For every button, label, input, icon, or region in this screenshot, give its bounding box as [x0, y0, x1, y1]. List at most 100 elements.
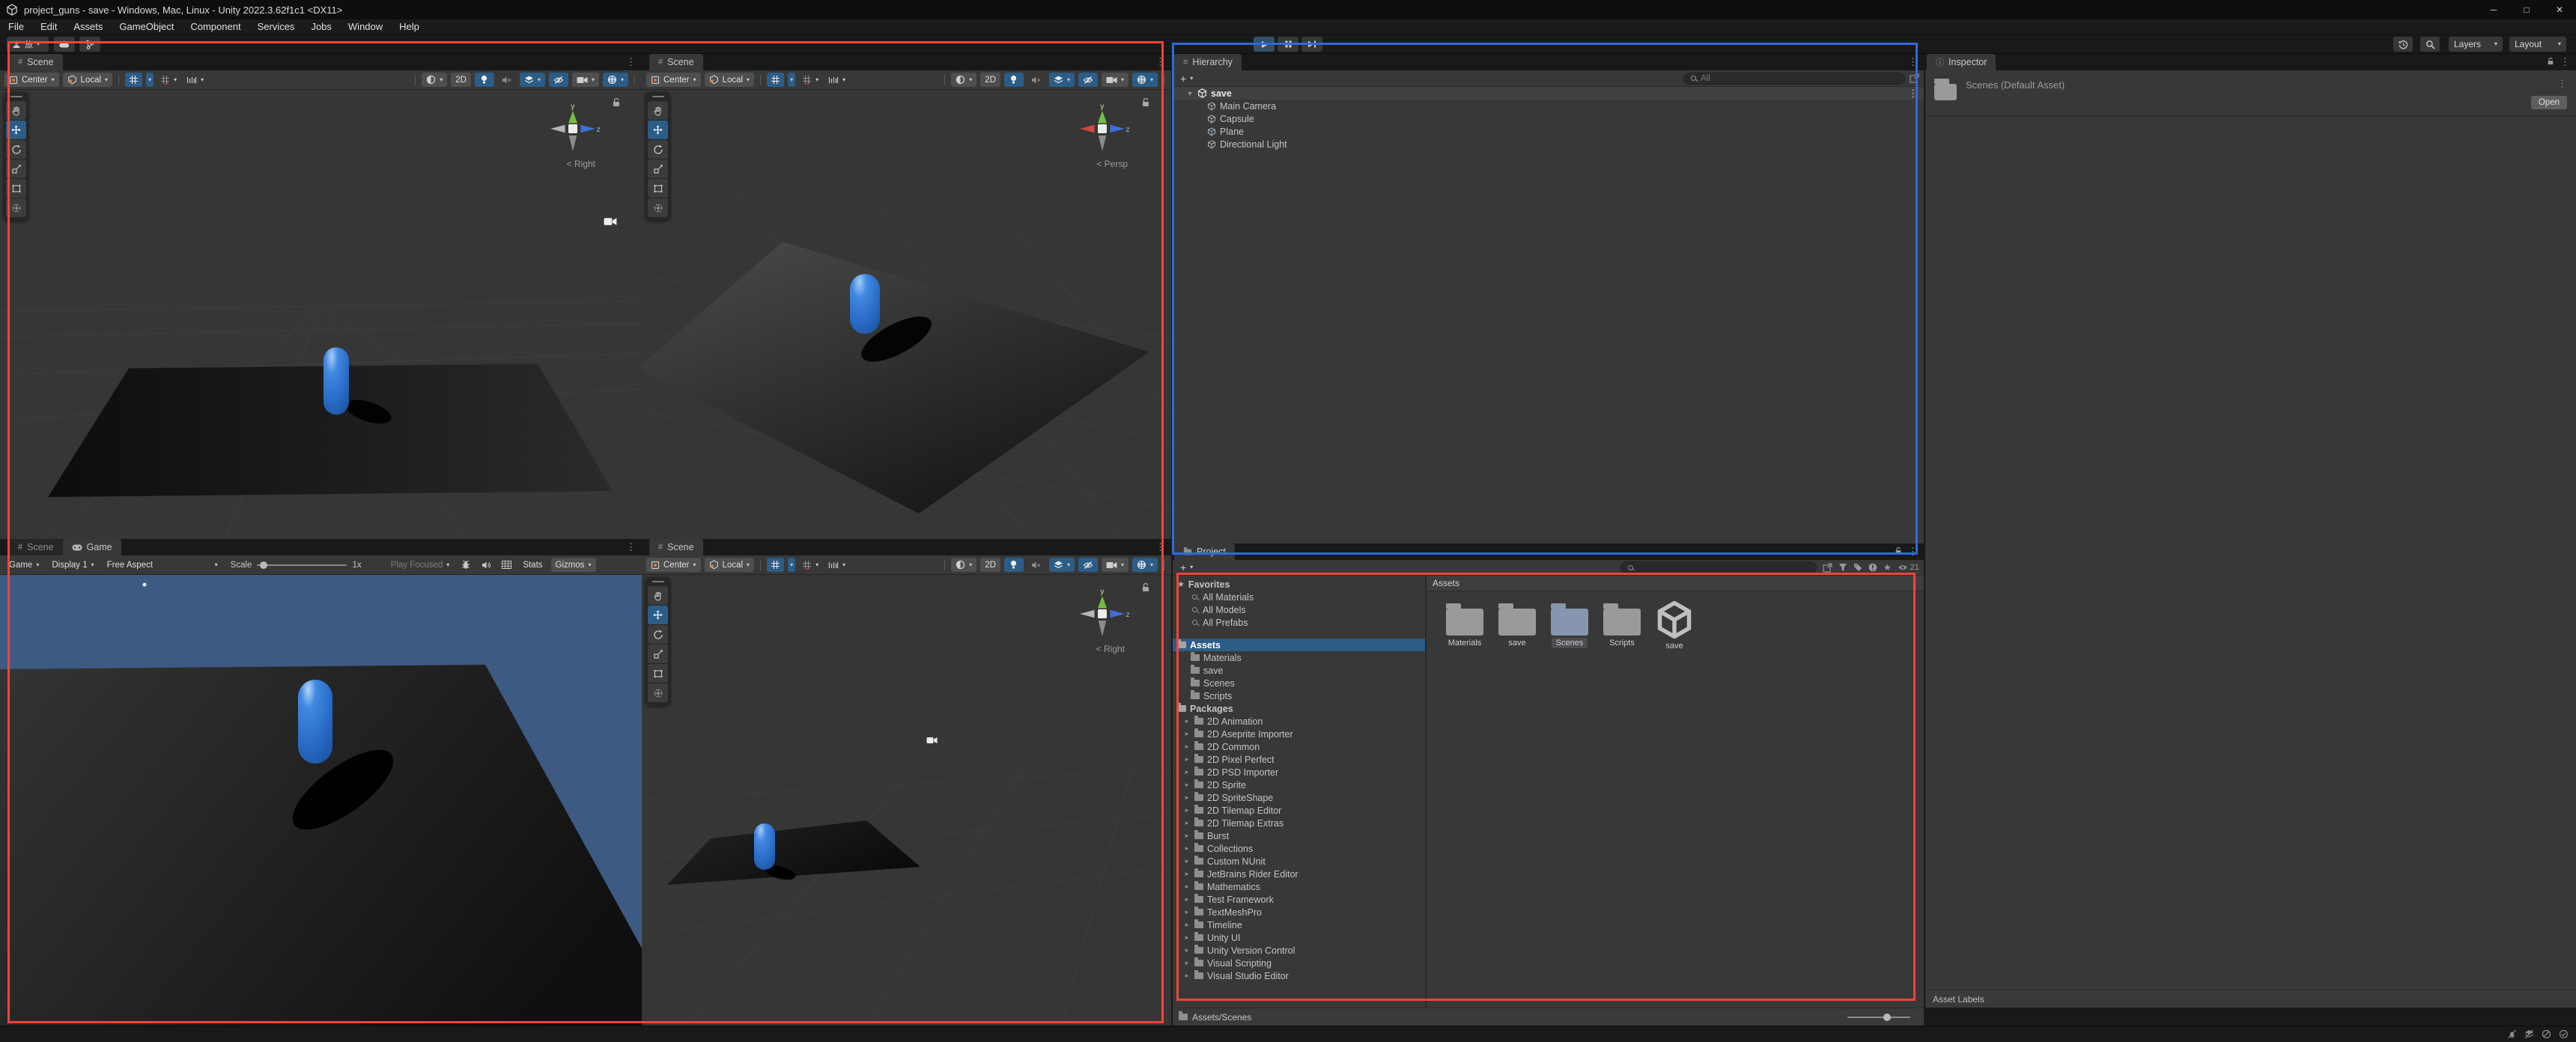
- transform-tool[interactable]: [6, 198, 26, 217]
- scale-slider-knob[interactable]: [260, 561, 267, 569]
- menu-component[interactable]: Component: [182, 19, 249, 34]
- lock-icon[interactable]: [1141, 97, 1150, 108]
- cache-disabled-icon[interactable]: [2542, 1029, 2551, 1039]
- tab-scene-top-right[interactable]: #Scene: [649, 54, 703, 70]
- palette-drag-handle[interactable]: [652, 96, 664, 97]
- scene-viewport-top-right[interactable]: y z < Persp: [642, 90, 1171, 539]
- minimize-button[interactable]: ─: [2477, 0, 2510, 19]
- grid-snap-caret[interactable]: ▾: [146, 73, 154, 87]
- tree-package[interactable]: ▸Unity UI: [1173, 931, 1425, 944]
- tree-package[interactable]: ▸2D PSD Importer: [1173, 766, 1425, 779]
- tree-all-materials[interactable]: All Materials: [1173, 591, 1425, 603]
- palette-drag-handle[interactable]: [652, 581, 664, 582]
- increment-snap-toggle[interactable]: ▾: [799, 558, 821, 572]
- effects-dropdown[interactable]: ▾: [1049, 73, 1075, 87]
- play-button[interactable]: [1254, 37, 1275, 52]
- notifications-muted-icon[interactable]: [2507, 1029, 2517, 1039]
- tree-package[interactable]: ▸2D Aseprite Importer: [1173, 728, 1425, 740]
- rotate-tool[interactable]: [648, 140, 668, 159]
- move-tool[interactable]: [648, 606, 668, 624]
- panel-menu-icon[interactable]: ⋮: [1902, 56, 1924, 68]
- open-search-window-icon[interactable]: [1910, 73, 1919, 83]
- grid-snap-toggle[interactable]: [767, 558, 784, 572]
- menu-jobs[interactable]: Jobs: [303, 19, 339, 34]
- tree-package[interactable]: ▸Unity Version Control: [1173, 944, 1425, 957]
- tree-packages-root[interactable]: Packages: [1173, 702, 1425, 715]
- grid-snap-toggle[interactable]: [767, 73, 784, 87]
- filter-type-icon[interactable]: [1838, 563, 1847, 572]
- display-dropdown[interactable]: Display 1▾: [47, 558, 98, 572]
- tree-all-prefabs[interactable]: All Prefabs: [1173, 616, 1425, 629]
- shading-mode-dropdown[interactable]: ▾: [951, 558, 976, 572]
- layout-dropdown[interactable]: Layout▾: [2509, 37, 2566, 52]
- tree-folder-save[interactable]: save: [1173, 664, 1425, 677]
- tree-package[interactable]: ▸Burst: [1173, 829, 1425, 842]
- audio-toggle[interactable]: [1027, 558, 1045, 572]
- hierarchy-scene-row[interactable]: ▼ save ⋮: [1173, 87, 1924, 100]
- close-button[interactable]: ✕: [2543, 0, 2576, 19]
- scene-visibility-toggle[interactable]: [1078, 73, 1098, 87]
- lock-icon[interactable]: [612, 97, 621, 108]
- tab-game[interactable]: Game: [63, 539, 121, 555]
- orientation-dropdown[interactable]: Local▾: [705, 73, 755, 87]
- cloud-button[interactable]: [54, 37, 75, 52]
- open-asset-button[interactable]: Open: [2531, 96, 2567, 109]
- pivot-dropdown[interactable]: Center▾: [4, 73, 59, 87]
- menu-help[interactable]: Help: [391, 19, 428, 34]
- menu-gameobject[interactable]: GameObject: [111, 19, 182, 34]
- tab-inspector[interactable]: ⓘInspector: [1927, 54, 1996, 70]
- aspect-dropdown[interactable]: Free Aspect▾: [103, 558, 222, 572]
- scene-visibility-toggle[interactable]: [1078, 558, 1098, 572]
- debug-button[interactable]: [458, 558, 474, 572]
- scene-options-icon[interactable]: ⋮: [1902, 88, 1924, 100]
- scene-visibility-toggle[interactable]: [549, 73, 568, 87]
- rect-tool[interactable]: [648, 664, 668, 683]
- game-gizmos-dropdown[interactable]: Gizmos▾: [551, 558, 596, 572]
- open-in-search-icon[interactable]: [1823, 563, 1832, 573]
- grid-snap-caret[interactable]: ▾: [788, 73, 795, 87]
- scale-tool[interactable]: [648, 159, 668, 178]
- search-button[interactable]: [2420, 37, 2440, 52]
- scene-camera-dropdown[interactable]: ▾: [1102, 73, 1128, 87]
- maximize-button[interactable]: □: [2510, 0, 2543, 19]
- tree-package[interactable]: ▸Visual Scripting: [1173, 957, 1425, 969]
- 2d-toggle[interactable]: 2D: [980, 73, 1000, 87]
- snap-settings-dropdown[interactable]: ▾: [825, 73, 848, 87]
- pivot-dropdown[interactable]: Center▾: [646, 558, 701, 572]
- hierarchy-search-text[interactable]: [1701, 74, 1899, 83]
- menu-file[interactable]: File: [0, 19, 32, 34]
- scene-camera-dropdown[interactable]: ▾: [1102, 558, 1128, 572]
- axis-orientation-gizmo[interactable]: y z: [546, 102, 600, 156]
- orientation-dropdown[interactable]: Local▾: [705, 558, 755, 572]
- rotate-tool[interactable]: [648, 625, 668, 644]
- zoom-slider-knob[interactable]: [1883, 1014, 1891, 1021]
- tree-package[interactable]: ▸2D Animation: [1173, 715, 1425, 728]
- rotate-tool[interactable]: [6, 140, 26, 159]
- move-tool[interactable]: [6, 121, 26, 139]
- tree-folder-scripts[interactable]: Scripts: [1173, 689, 1425, 702]
- scene-viewport-top-left[interactable]: y z < Right: [0, 90, 642, 539]
- scene-camera-dropdown[interactable]: ▾: [572, 73, 599, 87]
- tree-package[interactable]: ▸2D Pixel Perfect: [1173, 753, 1425, 766]
- view-gizmo-label[interactable]: < Right: [567, 159, 595, 169]
- thumbnail-zoom-slider[interactable]: [1847, 1017, 1910, 1018]
- tree-package[interactable]: ▸2D Sprite: [1173, 779, 1425, 791]
- version-control-button[interactable]: [79, 37, 100, 52]
- tree-package[interactable]: ▸Custom NUnit: [1173, 855, 1425, 868]
- lighting-toggle[interactable]: [1004, 73, 1024, 87]
- hierarchy-create-button[interactable]: + ▾: [1177, 71, 1196, 85]
- hierarchy-item-directional-light[interactable]: Directional Light: [1173, 138, 1924, 150]
- move-tool[interactable]: [648, 121, 668, 139]
- hand-tool[interactable]: [648, 586, 668, 605]
- tree-all-models[interactable]: All Models: [1173, 603, 1425, 616]
- tab-scene-bottom-right[interactable]: #Scene: [649, 539, 703, 555]
- panel-menu-icon[interactable]: ⋮: [1902, 546, 1924, 558]
- tree-favorites[interactable]: ★Favorites: [1173, 578, 1425, 591]
- filter-label-icon[interactable]: [1853, 563, 1862, 572]
- step-button[interactable]: [1301, 37, 1322, 52]
- tree-package[interactable]: ▸TextMeshPro: [1173, 906, 1425, 918]
- snap-settings-dropdown[interactable]: ▾: [183, 73, 207, 87]
- shading-mode-dropdown[interactable]: ▾: [951, 73, 976, 87]
- hand-tool[interactable]: [6, 101, 26, 120]
- tree-package[interactable]: ▸Collections: [1173, 842, 1425, 855]
